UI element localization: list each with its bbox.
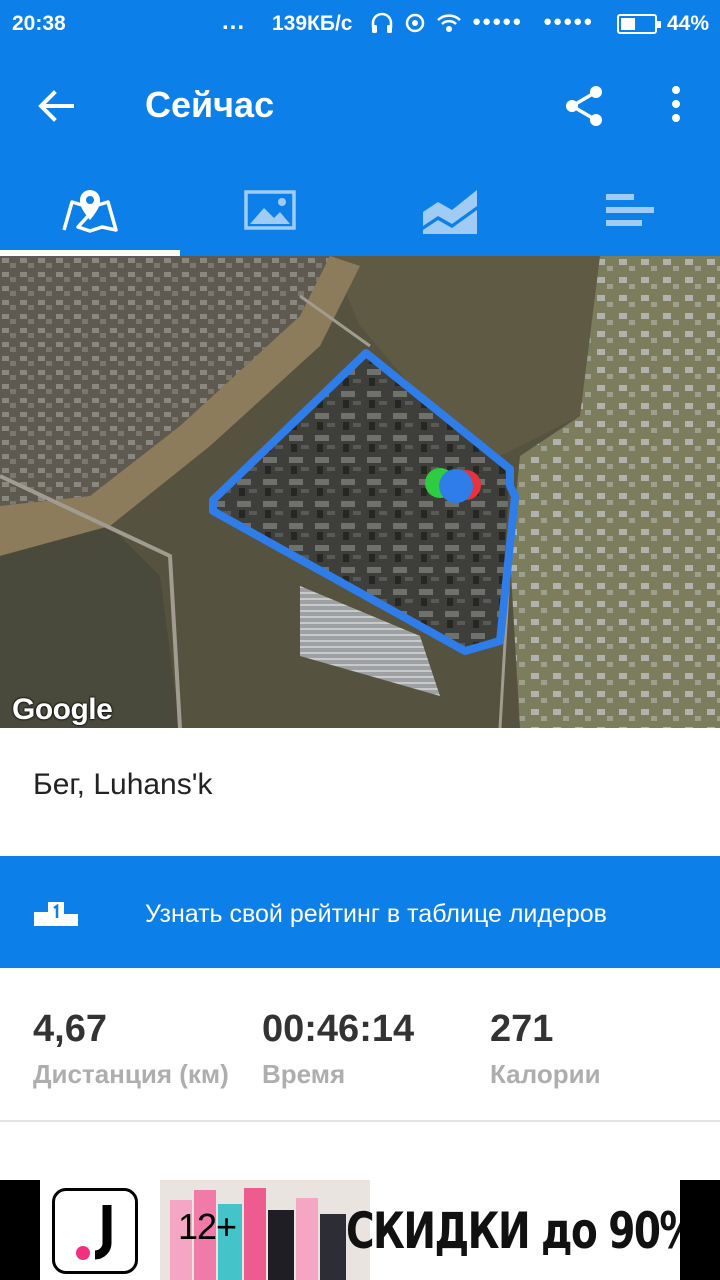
podium-icon [34,900,78,928]
activity-title: Бег, Luhans'k [33,768,213,801]
tab-photos[interactable] [180,164,360,256]
chart-area-icon [423,190,477,234]
tab-details[interactable] [540,164,720,256]
brand-logo-icon [52,1188,138,1274]
age-rating: 12+ [178,1206,237,1247]
stat-calories: 271 Калории [490,1008,601,1090]
app-bar: Сейчас [0,48,720,164]
stat-time: 00:46:14 Время [262,1008,414,1090]
stat-value: 00:46:14 [262,1008,415,1050]
stat-distance: 4,67 Дистанция (км) [33,1008,229,1090]
divider [0,1120,720,1122]
more-vertical-icon[interactable] [660,82,692,130]
satellite-map [0,256,720,728]
leaderboard-button[interactable]: Узнать свой рейтинг в таблице лидеров [0,856,720,968]
status-dots: ... [222,8,246,35]
wifi-icon [436,12,462,40]
hotspot-icon [404,12,426,40]
signal-strength-2: ●●●●● [543,13,594,30]
image-icon [244,190,296,230]
stat-label: Калории [490,1059,601,1089]
ad-promo-text: СКИДКИ до 90% [346,1202,680,1260]
leaderboard-label: Узнать свой рейтинг в таблице лидеров [145,900,607,928]
stat-value: 271 [490,1008,554,1050]
bars-icon [606,194,654,226]
arrow-left-icon[interactable] [34,84,78,128]
share-icon[interactable] [560,82,608,130]
battery-percent: 44% [667,12,710,35]
map-pin-icon [62,190,118,233]
route-map[interactable] [0,256,720,728]
battery-icon [617,14,661,34]
stat-value: 4,67 [33,1008,107,1050]
tab-charts[interactable] [360,164,540,256]
status-time: 20:38 [12,12,66,35]
google-attribution: Google [12,693,113,726]
tab-map[interactable] [0,164,180,256]
stat-label: Дистанция (км) [33,1059,229,1089]
status-network-speed: 139КБ/с [272,12,353,35]
signal-strength-1: ●●●●● [472,13,523,30]
battery-level [621,18,635,30]
headphones-icon [370,12,394,40]
ad-banner[interactable]: 12+ СКИДКИ до 90% [0,1180,720,1280]
status-bar: 20:38 ... 139КБ/с ●●●●● ●●●●● 44% [0,0,720,48]
tab-bar [0,164,720,256]
page-title: Сейчас [145,84,275,125]
stat-label: Время [262,1059,346,1089]
